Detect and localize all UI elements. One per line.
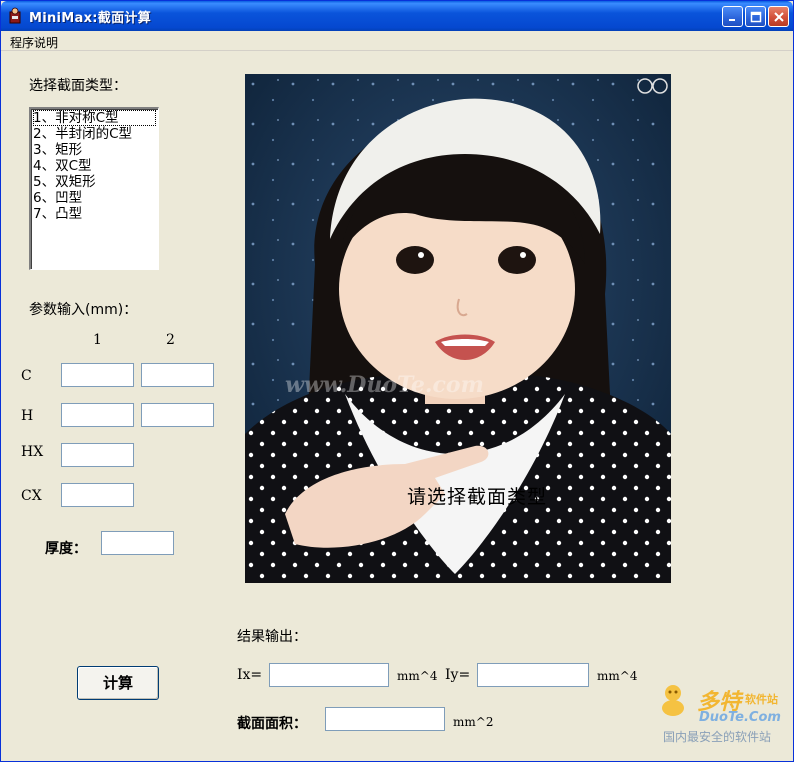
section-type-label: 选择截面类型： bbox=[29, 78, 127, 94]
list-item[interactable]: 1、非对称C型 bbox=[33, 110, 156, 126]
maximize-button[interactable] bbox=[745, 6, 766, 27]
params-label: 参数输入(mm)： bbox=[29, 302, 138, 318]
watermark-slogan: 国内最安全的软件站 bbox=[663, 730, 772, 744]
close-icon bbox=[774, 12, 784, 22]
watermark-domain: DuoTe.Com bbox=[699, 710, 781, 725]
c1-input[interactable] bbox=[61, 363, 134, 387]
iy-output[interactable] bbox=[477, 663, 589, 687]
row-label-h: H bbox=[21, 408, 34, 424]
ix-unit: mm^4 bbox=[397, 669, 438, 683]
maximize-icon bbox=[750, 11, 762, 23]
preview-caption: 请选择截面类型 bbox=[407, 486, 548, 508]
row-label-hx: HX bbox=[21, 444, 44, 460]
row-label-cx: CX bbox=[21, 488, 42, 504]
area-unit: mm^2 bbox=[453, 715, 494, 729]
cx1-input[interactable] bbox=[61, 483, 134, 507]
iy-label: Iy= bbox=[445, 667, 471, 683]
list-item[interactable]: 2、半封闭的C型 bbox=[33, 126, 156, 142]
iy-unit: mm^4 bbox=[597, 669, 638, 683]
title-bar[interactable]: MiniMax:截面计算 bbox=[1, 1, 793, 31]
ix-label: Ix= bbox=[237, 667, 263, 683]
area-output[interactable] bbox=[325, 707, 445, 731]
mascot-icon bbox=[662, 685, 684, 716]
h2-input[interactable] bbox=[141, 403, 214, 427]
watermark-brand-suffix: 软件站 bbox=[745, 693, 778, 706]
thickness-label: 厚度： bbox=[45, 541, 87, 557]
column-1-header: 1 bbox=[93, 332, 102, 348]
window-title: MiniMax:截面计算 bbox=[29, 11, 151, 26]
menu-item-help[interactable]: 程序说明 bbox=[10, 34, 58, 51]
hx1-input[interactable] bbox=[61, 443, 134, 467]
ix-output[interactable] bbox=[269, 663, 389, 687]
list-item[interactable]: 7、凸型 bbox=[33, 206, 156, 222]
c2-input[interactable] bbox=[141, 363, 214, 387]
list-item[interactable]: 4、双C型 bbox=[33, 158, 156, 174]
column-2-header: 2 bbox=[166, 332, 175, 348]
minimize-icon bbox=[729, 19, 735, 21]
app-icon bbox=[9, 7, 21, 24]
row-label-c: C bbox=[21, 368, 32, 384]
area-label: 截面面积： bbox=[237, 716, 307, 732]
close-button[interactable] bbox=[768, 6, 789, 27]
minimize-button[interactable] bbox=[722, 6, 743, 27]
section-type-listbox[interactable]: 1、非对称C型 2、半封闭的C型 3、矩形 4、双C型 5、双矩形 6、凹型 7… bbox=[29, 107, 159, 270]
calculate-button[interactable]: 计算 bbox=[77, 666, 159, 700]
thickness-input[interactable] bbox=[101, 531, 174, 555]
h1-input[interactable] bbox=[61, 403, 134, 427]
app-window: MiniMax:截面计算 程序说明 选择截面类型： 1、非对称C型 2、半封闭的… bbox=[0, 0, 794, 762]
image-watermark: www.DuoTe.com bbox=[285, 372, 484, 398]
list-item[interactable]: 3、矩形 bbox=[33, 142, 156, 158]
results-label: 结果输出： bbox=[237, 629, 307, 645]
list-item[interactable]: 6、凹型 bbox=[33, 190, 156, 206]
list-item[interactable]: 5、双矩形 bbox=[33, 174, 156, 190]
menu-bar: 程序说明 bbox=[1, 31, 793, 51]
